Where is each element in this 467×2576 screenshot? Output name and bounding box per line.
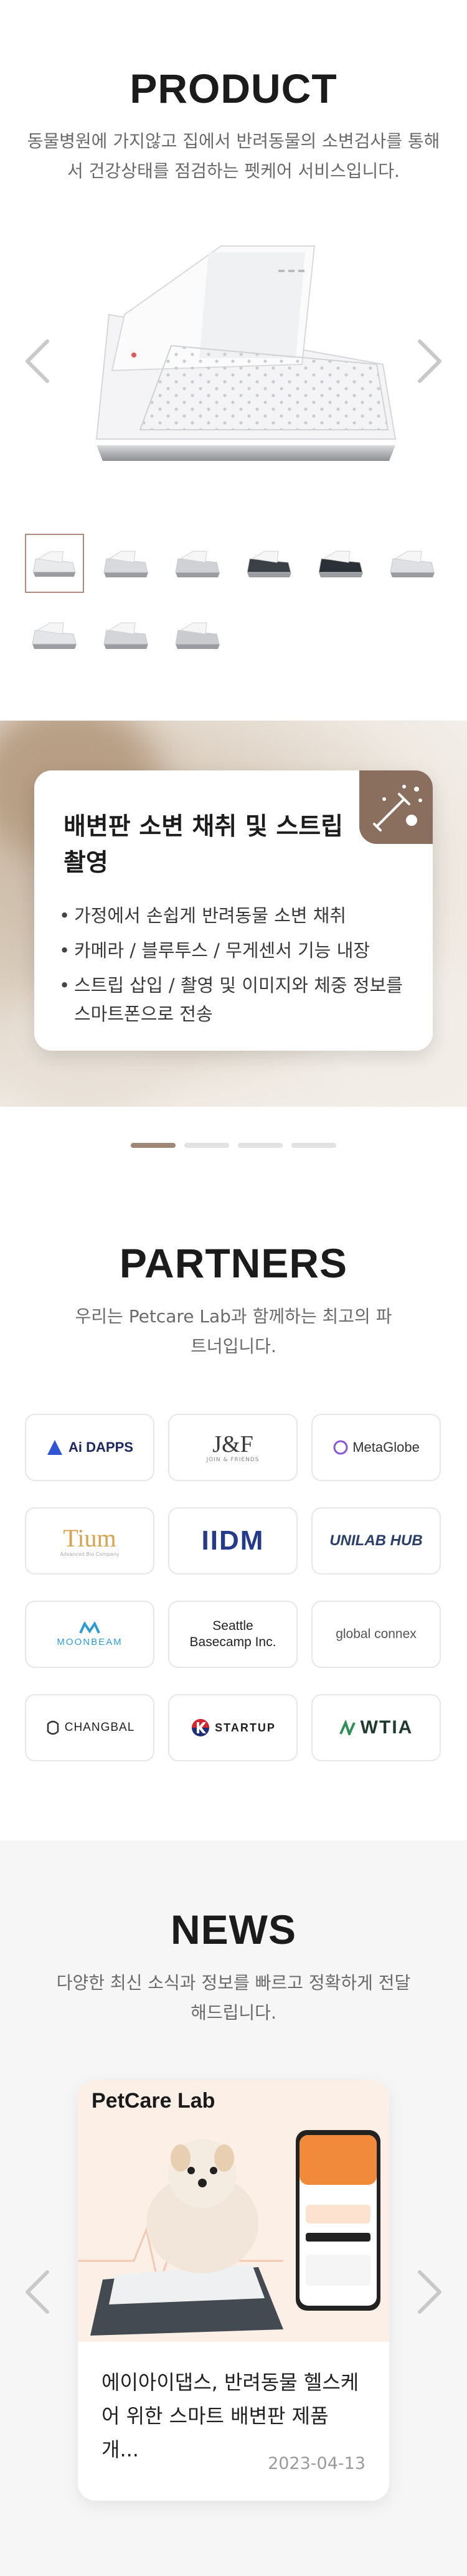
partner-logo-text: IIDM [201, 1525, 265, 1556]
test-tube-icon [359, 770, 433, 844]
product-prev-arrow[interactable] [17, 330, 61, 392]
partner-logo-text: global connex [336, 1627, 417, 1641]
feature-card: 배변판 소변 채취 및 스트립 촬영 가정에서 손쉽게 반려동물 소변 채취 카… [34, 770, 433, 1051]
news-card[interactable]: PetCare Lab 에이아이댑스, 반려동물 헬스케어 위한 스마트 배변판… [78, 2080, 389, 2501]
feature-card-title: 배변판 소변 채취 및 스트립 촬영 [64, 813, 343, 877]
metaglobe-logo-icon [333, 1440, 348, 1455]
kstartup-logo-icon [192, 1719, 210, 1736]
slider-dot[interactable] [131, 1143, 176, 1148]
partner-logo-iidm[interactable]: IIDM [168, 1507, 298, 1574]
news-next-arrow[interactable] [406, 2261, 450, 2323]
product-thumbnail[interactable] [25, 605, 84, 665]
feature-list-item: 카메라 / 블루투스 / 무게센서 기능 내장 [59, 936, 414, 965]
news-thumbnail-brand: PetCare Lab [92, 2089, 215, 2113]
partner-logo-text: J&F [212, 1431, 253, 1457]
partner-logo-text: MetaGlobe [352, 1439, 420, 1455]
slider-dot[interactable] [238, 1143, 283, 1148]
partners-section-title: PARTNERS [119, 1240, 348, 1286]
chevron-right-icon [418, 2270, 441, 2314]
partner-logo-text: STARTUP [215, 1721, 276, 1734]
slider-dot[interactable] [184, 1143, 229, 1148]
partner-logo-jf[interactable]: J&F JOIN & FRIENDS [168, 1414, 298, 1481]
product-image [90, 240, 402, 470]
partner-logo-text: Seattle Basecamp Inc. [189, 1619, 276, 1649]
feature-banner: 배변판 소변 채취 및 스트립 촬영 가정에서 손쉽게 반려동물 소변 채취 카… [0, 721, 467, 1107]
feature-list-item: 스트립 삽입 / 촬영 및 이미지와 체중 정보를 스마트폰으로 전송 [59, 971, 414, 1028]
product-thumbnail[interactable] [383, 534, 442, 593]
product-thumbnail[interactable] [25, 534, 84, 593]
partner-logo-unilabhub[interactable]: UNILAB HUB [311, 1507, 441, 1574]
changbal-logo-icon [47, 1720, 59, 1735]
partner-logo-wtia[interactable]: WTIA [311, 1694, 441, 1761]
partner-logo-tium[interactable]: Tium Advanced Bio Company [25, 1507, 154, 1574]
news-section-title: NEWS [171, 1906, 296, 1953]
news-prev-arrow[interactable] [17, 2261, 61, 2323]
partners-description: 우리는 Petcare Lab과 함께하는 최고의 파트너입니다. [75, 1306, 392, 1357]
partner-logo-subtext: JOIN & FRIENDS [206, 1457, 260, 1463]
aidapps-logo-icon [47, 1440, 63, 1455]
partner-logo-kstartup[interactable]: STARTUP [168, 1694, 298, 1761]
product-description: 동물병원에 가지않고 집에서 반려동물의 소변검사를 통해서 건강상태를 점검하… [27, 131, 440, 181]
news-thumbnail: PetCare Lab [78, 2080, 389, 2342]
product-thumbnail[interactable] [168, 605, 227, 665]
partner-logo-seattle-basecamp[interactable]: Seattle Basecamp Inc. [168, 1601, 298, 1668]
partner-logo-text: WTIA [360, 1717, 413, 1738]
product-thumbnail[interactable] [97, 605, 156, 665]
partner-logo-text: MOONBEAM [57, 1636, 123, 1647]
product-thumbnail[interactable] [240, 534, 299, 593]
feature-list: 가정에서 손쉽게 반려동물 소변 채취 카메라 / 블루투스 / 무게센서 기능… [59, 901, 414, 1035]
news-card-title: 에이아이댑스, 반려동물 헬스케어 위한 스마트 배변판 제품 개... [101, 2370, 359, 2461]
product-next-arrow[interactable] [406, 330, 450, 392]
partner-logo-changbal[interactable]: CHANGBAL [25, 1694, 154, 1761]
moonbeam-logo-icon [79, 1621, 100, 1634]
chevron-right-icon [418, 339, 441, 383]
partner-logo-text: CHANGBAL [64, 1721, 135, 1734]
chevron-left-icon [26, 2270, 49, 2314]
news-description: 다양한 최신 소식과 정보를 빠르고 정확하게 전달해드립니다. [56, 1972, 411, 2023]
feature-slider-pagination [0, 1143, 467, 1149]
partner-logo-globalconnex[interactable]: global connex [311, 1601, 441, 1668]
chevron-left-icon [26, 339, 49, 383]
partner-logo-aidapps[interactable]: Ai DAPPS [25, 1414, 154, 1481]
product-section-title: PRODUCT [130, 65, 337, 111]
partner-logo-subtext: Advanced Bio Company [60, 1551, 120, 1557]
partner-logo-moonbeam[interactable]: MOONBEAM [25, 1601, 154, 1668]
product-thumbnail[interactable] [168, 534, 227, 593]
product-thumbnail[interactable] [311, 534, 370, 593]
feature-list-item: 가정에서 손쉽게 반려동물 소변 채취 [59, 901, 414, 930]
partner-logo-text: Ai DAPPS [68, 1439, 133, 1455]
slider-dot[interactable] [291, 1143, 336, 1148]
partner-logo-text: UNILAB HUB [329, 1532, 423, 1549]
wtia-logo-icon [339, 1720, 356, 1735]
partner-logo-text: Tium [63, 1523, 116, 1552]
news-card-date: 2023-04-13 [268, 2454, 366, 2473]
partner-logo-metaglobe[interactable]: MetaGlobe [311, 1414, 441, 1481]
product-thumbnail[interactable] [97, 534, 156, 593]
